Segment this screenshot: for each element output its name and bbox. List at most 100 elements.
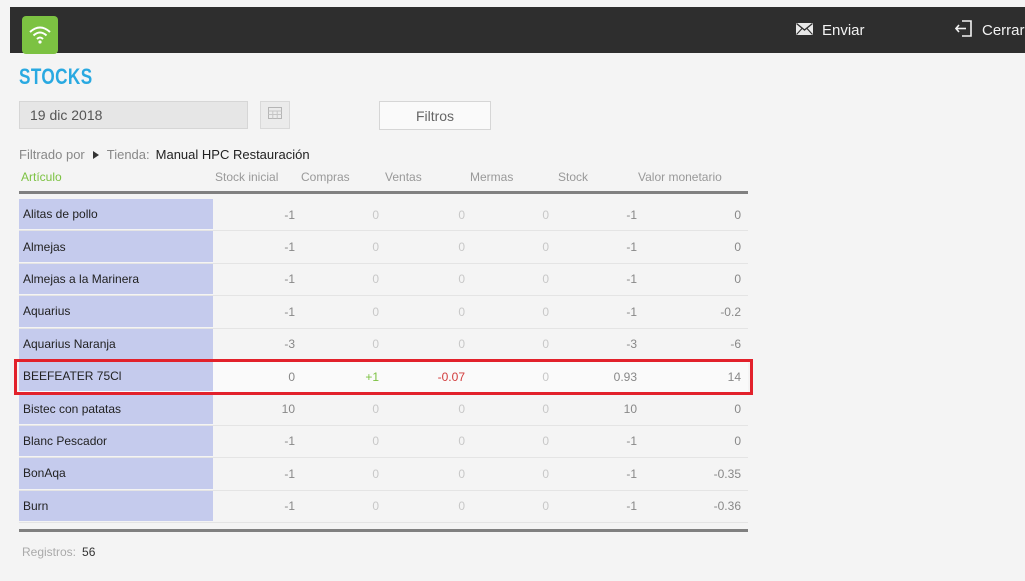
header-divider bbox=[19, 191, 748, 194]
article-name: Alitas de pollo bbox=[19, 199, 213, 230]
valor-cell: 0 bbox=[734, 207, 741, 222]
column-header-valor-monetario[interactable]: Valor monetario bbox=[638, 170, 722, 184]
table-row[interactable]: Alitas de pollo -1 0 0 0 -1 0 bbox=[19, 199, 748, 232]
article-name: Burn bbox=[19, 490, 213, 521]
close-button[interactable]: Cerrar bbox=[954, 7, 1025, 53]
compras-cell: 0 bbox=[372, 466, 379, 481]
stock-inicial-cell: -1 bbox=[284, 499, 295, 514]
table-row[interactable]: Almejas -1 0 0 0 -1 0 bbox=[19, 231, 748, 264]
mermas-cell: 0 bbox=[542, 499, 549, 514]
filter-value: Manual HPC Restauración bbox=[155, 147, 310, 162]
article-name: Aquarius Naranja bbox=[19, 328, 213, 359]
table-row[interactable]: Aquarius -1 0 0 0 -1 -0.2 bbox=[19, 296, 748, 329]
stock-inicial-cell: -1 bbox=[284, 304, 295, 319]
stock-inicial-cell: -1 bbox=[284, 272, 295, 287]
mermas-cell: 0 bbox=[542, 434, 549, 449]
table-row[interactable]: Burn -1 0 0 0 -1 -0.36 bbox=[19, 490, 748, 523]
filter-summary: Filtrado por Tienda: Manual HPC Restaura… bbox=[19, 147, 310, 162]
ventas-cell: 0 bbox=[458, 402, 465, 417]
ventas-cell: 0 bbox=[458, 434, 465, 449]
valor-cell: -0.36 bbox=[713, 499, 741, 514]
stock-inicial-cell: -3 bbox=[284, 337, 295, 352]
records-label: Registros: bbox=[22, 545, 77, 559]
stock-cell: -1 bbox=[626, 207, 637, 222]
article-name: Almejas bbox=[19, 231, 213, 262]
close-label: Cerrar bbox=[982, 21, 1025, 39]
valor-cell: 14 bbox=[727, 369, 741, 384]
send-button[interactable]: Enviar bbox=[796, 7, 865, 53]
article-name: Bistec con patatas bbox=[19, 393, 213, 424]
compras-cell: +1 bbox=[365, 369, 379, 384]
table-row[interactable]: Aquarius Naranja -3 0 0 0 -3 -6 bbox=[19, 328, 748, 361]
stock-cell: -1 bbox=[626, 240, 637, 255]
valor-cell: -0.2 bbox=[720, 304, 741, 319]
table-row[interactable]: BonAqa -1 0 0 0 -1 -0.35 bbox=[19, 458, 748, 491]
compras-cell: 0 bbox=[372, 337, 379, 352]
stock-cell: -1 bbox=[626, 466, 637, 481]
ventas-cell: 0 bbox=[458, 499, 465, 514]
column-header-compras[interactable]: Compras bbox=[301, 170, 350, 184]
article-name: BonAqa bbox=[19, 458, 213, 489]
envelope-icon bbox=[796, 22, 813, 39]
mermas-cell: 0 bbox=[542, 402, 549, 417]
wifi-icon bbox=[22, 16, 58, 54]
filters-button[interactable]: Filtros bbox=[379, 101, 491, 130]
stock-inicial-cell: -1 bbox=[284, 466, 295, 481]
records-count: Registros: 56 bbox=[22, 545, 95, 559]
mermas-cell: 0 bbox=[542, 369, 549, 384]
column-header-stock[interactable]: Stock bbox=[558, 170, 588, 184]
stock-inicial-cell: 0 bbox=[288, 369, 295, 384]
stock-cell: -1 bbox=[626, 272, 637, 287]
top-bar bbox=[10, 7, 1025, 54]
ventas-cell: 0 bbox=[458, 304, 465, 319]
compras-cell: 0 bbox=[372, 207, 379, 222]
valor-cell: 0 bbox=[734, 434, 741, 449]
valor-cell: -6 bbox=[730, 337, 741, 352]
stock-cell: -1 bbox=[626, 434, 637, 449]
page-title: STOCKS bbox=[19, 64, 93, 89]
ventas-cell: 0 bbox=[458, 240, 465, 255]
compras-cell: 0 bbox=[372, 240, 379, 255]
ventas-cell: 0 bbox=[458, 207, 465, 222]
calendar-button[interactable] bbox=[260, 101, 290, 129]
mermas-cell: 0 bbox=[542, 304, 549, 319]
calendar-icon bbox=[268, 106, 282, 124]
compras-cell: 0 bbox=[372, 499, 379, 514]
table-row[interactable]: Almejas a la Marinera -1 0 0 0 -1 0 bbox=[19, 263, 748, 297]
date-field[interactable] bbox=[19, 101, 248, 129]
column-header-articulo[interactable]: Artículo bbox=[21, 170, 62, 184]
valor-cell: -0.35 bbox=[713, 466, 741, 481]
stock-inicial-cell: 10 bbox=[281, 402, 295, 417]
compras-cell: 0 bbox=[372, 402, 379, 417]
mermas-cell: 0 bbox=[542, 272, 549, 287]
mermas-cell: 0 bbox=[542, 240, 549, 255]
article-name: Blanc Pescador bbox=[19, 425, 213, 457]
column-header-stock-inicial[interactable]: Stock inicial bbox=[215, 170, 278, 184]
filter-prefix: Filtrado por bbox=[19, 147, 85, 162]
article-name: Aquarius bbox=[19, 296, 213, 327]
ventas-cell: 0 bbox=[458, 272, 465, 287]
exit-icon bbox=[954, 19, 973, 41]
ventas-cell: 0 bbox=[458, 337, 465, 352]
valor-cell: 0 bbox=[734, 272, 741, 287]
mermas-cell: 0 bbox=[542, 337, 549, 352]
mermas-cell: 0 bbox=[542, 207, 549, 222]
stock-cell: -3 bbox=[626, 337, 637, 352]
table-row[interactable]: Bistec con patatas 10 0 0 0 10 0 bbox=[19, 393, 748, 426]
filter-key: Tienda: bbox=[106, 147, 150, 162]
table-row[interactable]: Blanc Pescador -1 0 0 0 -1 0 bbox=[19, 425, 748, 459]
triangle-right-icon bbox=[92, 150, 99, 159]
stock-inicial-cell: -1 bbox=[284, 207, 295, 222]
compras-cell: 0 bbox=[372, 272, 379, 287]
column-header-mermas[interactable]: Mermas bbox=[470, 170, 513, 184]
column-header-ventas[interactable]: Ventas bbox=[385, 170, 422, 184]
ventas-cell: 0 bbox=[458, 466, 465, 481]
mermas-cell: 0 bbox=[542, 466, 549, 481]
article-name: BEEFEATER 75Cl bbox=[19, 360, 213, 392]
send-label: Enviar bbox=[822, 21, 865, 39]
table-row-highlighted[interactable]: BEEFEATER 75Cl 0 +1 -0.07 0 0.93 14 bbox=[19, 360, 748, 394]
stock-cell: 10 bbox=[623, 402, 637, 417]
ventas-cell: -0.07 bbox=[437, 369, 465, 384]
stock-inicial-cell: -1 bbox=[284, 434, 295, 449]
stock-table: Alitas de pollo -1 0 0 0 -1 0 Almejas -1… bbox=[19, 199, 748, 523]
